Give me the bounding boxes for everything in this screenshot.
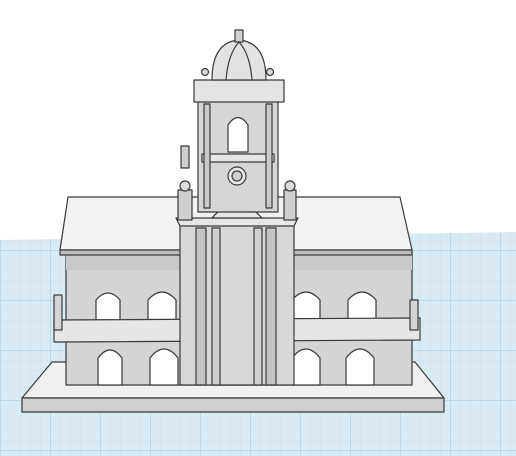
building-model[interactable] bbox=[21, 29, 445, 413]
workplane-viewport[interactable] bbox=[0, 0, 516, 456]
3d-scene[interactable] bbox=[0, 0, 516, 456]
dome[interactable] bbox=[200, 29, 275, 81]
bell-tower[interactable] bbox=[193, 79, 285, 213]
central-facade[interactable] bbox=[175, 217, 299, 386]
